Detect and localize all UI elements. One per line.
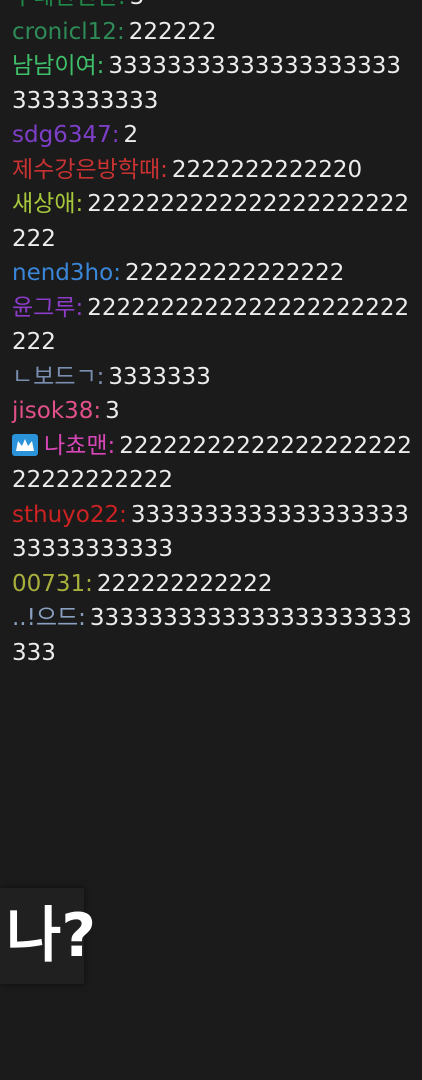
caption-text: 나?: [6, 901, 97, 971]
chat-separator: :: [93, 398, 102, 424]
chat-username[interactable]: 제수강은방학때: [12, 157, 160, 183]
chat-text: 3: [105, 398, 120, 424]
chat-message: ..!으드: 3333333333333333333333333: [12, 601, 412, 670]
chat-message: 새상애: 2222222222222222222222222: [12, 187, 412, 256]
chat-username[interactable]: ㄴ보드ㄱ: [12, 364, 97, 390]
chat-message: 나쵸맨: 2222222222222222222222222222222: [12, 429, 412, 498]
chat-text: 222222222222222: [124, 260, 345, 286]
chat-message: ㄴ보드ㄱ: 3333333: [12, 360, 412, 395]
chat-username[interactable]: 00731: [12, 571, 85, 597]
chat-text: 2222222222220: [171, 156, 363, 183]
chat-username[interactable]: cronicl12: [12, 19, 117, 45]
chat-message: sthuyo22: 333333333333333333333333333333: [12, 498, 412, 567]
chat-separator: :: [75, 294, 84, 321]
chat-separator: :: [160, 156, 168, 183]
chat-username[interactable]: nend3ho: [12, 260, 113, 286]
chat-separator: :: [96, 363, 105, 390]
chat-separator: :: [85, 570, 93, 597]
chat-separator: :: [96, 53, 105, 79]
caption-overlay: 나?: [0, 888, 96, 984]
chat-message: 00731: 222222222222: [12, 567, 412, 602]
chat-message: 윤그루: 2222222222222222222222222: [12, 291, 412, 360]
chat-username[interactable]: 남남이여: [12, 53, 97, 79]
chat-username[interactable]: 나쵸맨: [44, 433, 107, 459]
chat-separator: :: [111, 122, 120, 148]
chat-message: 제수강은방학때: 2222222222220: [12, 153, 412, 188]
chat-separator: :: [118, 0, 126, 10]
crown-icon: [12, 433, 38, 456]
chat-log: 우레한인간:3cronicl12:222222남남이여:333333333333…: [0, 0, 422, 670]
chat-message: 우레한인간:3: [12, 0, 412, 15]
chat-username[interactable]: sdg6347: [12, 122, 112, 148]
chat-separator: :: [113, 260, 121, 286]
chat-separator: :: [107, 432, 116, 459]
chat-message: jisok38: 3: [12, 394, 412, 429]
chat-separator: :: [116, 18, 125, 45]
chat-separator: :: [119, 501, 127, 528]
chat-username[interactable]: jisok38: [12, 398, 93, 424]
chat-username[interactable]: sthuyo22: [12, 502, 119, 528]
chat-username[interactable]: ..!으드: [12, 605, 78, 631]
chat-message: 남남이여: 333333333333333333333333333333: [12, 49, 412, 118]
chat-message: sdg6347: 2: [12, 118, 412, 153]
chat-separator: :: [75, 191, 84, 217]
chat-separator: :: [78, 605, 86, 631]
chat-message: cronicl12: 222222: [12, 15, 412, 50]
chat-text: 222222: [128, 18, 217, 45]
chat-username[interactable]: 새상애: [12, 191, 75, 217]
chat-text: 3: [130, 0, 145, 10]
chat-username[interactable]: 우레한인간: [12, 0, 118, 10]
chat-text: 2: [123, 122, 139, 148]
chat-text: 222222222222: [96, 570, 273, 597]
chat-message: nend3ho: 222222222222222: [12, 256, 412, 291]
chat-text: 3333333: [108, 363, 211, 390]
chat-username[interactable]: 윤그루: [12, 295, 75, 321]
